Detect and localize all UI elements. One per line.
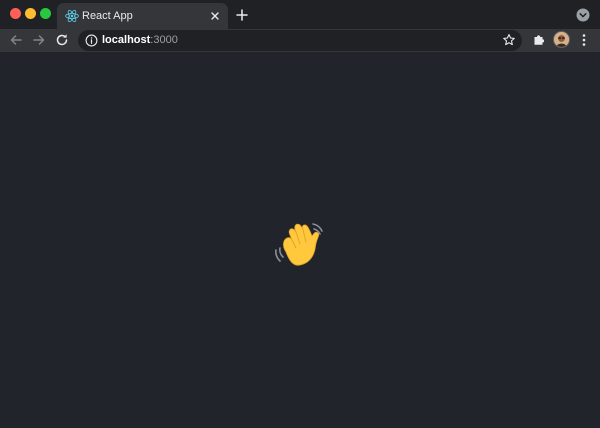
close-tab-icon[interactable] [208, 9, 222, 23]
arrow-left-icon[interactable] [7, 31, 25, 49]
url-host: localhost [102, 34, 151, 46]
browser-toolbar: localhost:3000 [0, 29, 600, 52]
browser-window: React App localhost:3000 [0, 0, 600, 428]
react-logo-icon [65, 9, 79, 23]
new-tab-plus-icon[interactable] [233, 6, 251, 24]
page-content [0, 52, 600, 428]
reload-icon[interactable] [53, 31, 71, 49]
star-icon[interactable] [502, 33, 516, 47]
kebab-menu-icon[interactable] [578, 32, 590, 48]
arrow-right-icon[interactable] [30, 31, 48, 49]
url-text: localhost:3000 [102, 34, 178, 47]
tab-search-chevron-icon[interactable] [576, 8, 590, 22]
tab-strip: React App [0, 0, 600, 29]
puzzle-icon[interactable] [532, 32, 547, 47]
address-bar[interactable]: localhost:3000 [78, 30, 522, 51]
tab-title: React App [82, 10, 133, 22]
close-window-button[interactable] [10, 8, 21, 19]
waving-hand-icon [270, 220, 330, 272]
profile-avatar[interactable] [553, 31, 570, 48]
url-port: :3000 [150, 34, 178, 46]
zoom-window-button[interactable] [40, 8, 51, 19]
info-icon[interactable] [85, 34, 98, 47]
minimize-window-button[interactable] [25, 8, 36, 19]
tab-react-app[interactable]: React App [57, 3, 228, 29]
